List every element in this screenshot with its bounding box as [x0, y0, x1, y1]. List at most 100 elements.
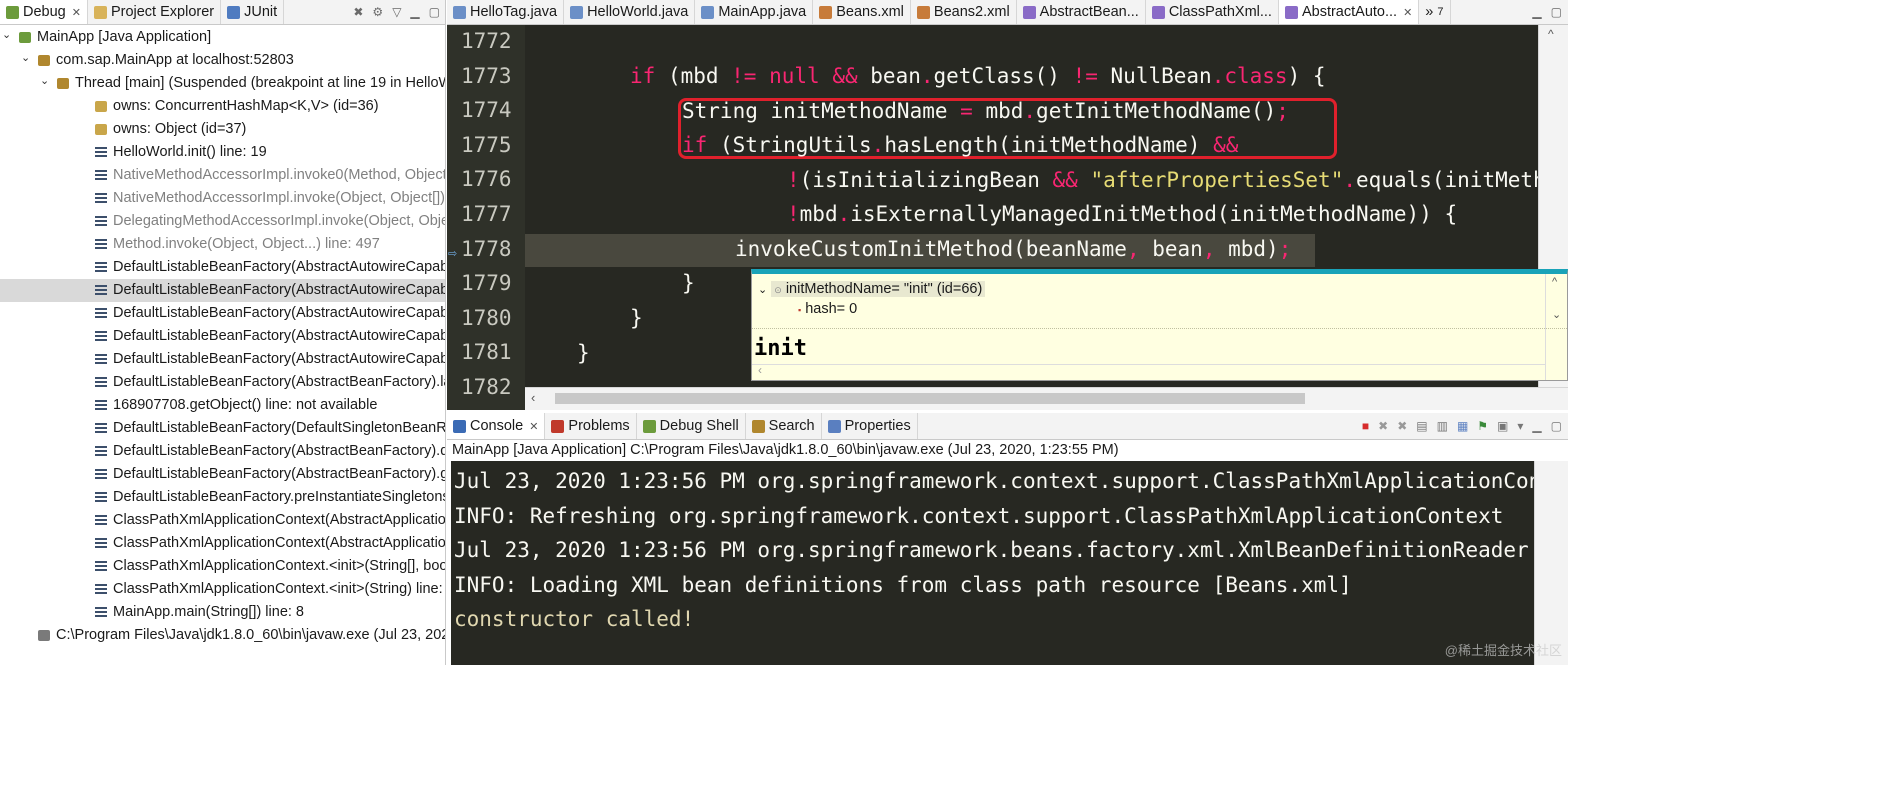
pin-console-icon[interactable]: ⚑ — [1477, 419, 1488, 433]
popup-scroll-down-icon[interactable]: ⌄ — [1552, 308, 1561, 321]
popup-horizontal-scrollbar[interactable]: ‹ — [752, 363, 1545, 380]
tab-project-explorer[interactable]: Project Explorer — [87, 0, 222, 24]
maximize-icon[interactable]: ▢ — [1551, 419, 1562, 433]
editor-tab-overflow[interactable]: » 7 — [1419, 0, 1451, 24]
close-tab-icon[interactable]: ✕ — [1403, 6, 1412, 19]
remove-all-icon[interactable]: ✖ — [1397, 419, 1407, 433]
expand-chevron-icon[interactable]: ⌄ — [758, 284, 767, 296]
scroll-left-icon[interactable]: ‹ — [531, 390, 535, 405]
tab-junit-label: JUnit — [244, 4, 278, 20]
stack-tree-row[interactable]: owns: Object (id=37) — [0, 118, 445, 141]
display-console-icon[interactable]: ▣ — [1497, 419, 1508, 433]
stack-tree-row[interactable]: HelloWorld.init() line: 19 — [0, 141, 445, 164]
maximize-icon[interactable]: ▢ — [429, 5, 440, 19]
stack-tree-row[interactable]: DelegatingMethodAccessorImpl.invoke(Obje… — [0, 210, 445, 233]
editor-tab[interactable]: AbstractBean... — [1016, 0, 1146, 24]
scroll-lock-icon[interactable]: ▤ — [1416, 419, 1427, 433]
editor-tab[interactable]: HelloTag.java — [447, 0, 565, 24]
popup-child-row[interactable]: ▪ hash= 0 — [798, 301, 857, 317]
variable-inspect-popup[interactable]: ⌄ ⊙ initMethodName= "init" (id=66) ▪ has… — [751, 269, 1568, 381]
console-output[interactable]: Jul 23, 2020 1:23:56 PM org.springframew… — [451, 461, 1534, 665]
java-file-icon — [701, 5, 715, 19]
show-on-output-icon[interactable]: ▦ — [1457, 419, 1468, 433]
stack-tree-row[interactable]: DefaultListableBeanFactory(AbstractBeanF… — [0, 463, 445, 486]
editor-tab-label: HelloTag.java — [470, 4, 558, 20]
stack-tree-label: 168907708.getObject() line: not availabl… — [113, 397, 378, 413]
code-line-1773: if (mbd != null && bean.getClass() != Nu… — [630, 64, 1326, 88]
open-console-icon[interactable]: ▾ — [1517, 419, 1523, 433]
console-tab[interactable]: Properties — [821, 413, 918, 439]
chevron-right-icon: » — [1425, 4, 1434, 20]
stack-tree-row[interactable]: ClassPathXmlApplicationContext(AbstractA… — [0, 509, 445, 532]
stack-tree-row[interactable]: DefaultListableBeanFactory(AbstractAutow… — [0, 256, 445, 279]
stack-tree-row[interactable]: NativeMethodAccessorImpl.invoke(Object, … — [0, 187, 446, 210]
minimize-icon[interactable]: ▁ — [1532, 5, 1541, 19]
popup-variable-row[interactable]: ⌄ ⊙ initMethodName= "init" (id=66) — [758, 278, 986, 300]
stack-tree-row[interactable]: ClassPathXmlApplicationContext.<init>(St… — [0, 578, 445, 601]
terminate-icon[interactable]: ■ — [1362, 419, 1369, 433]
popup-scroll-up-icon[interactable]: ^ — [1552, 276, 1557, 288]
stack-tree-row[interactable]: DefaultListableBeanFactory(AbstractBeanF… — [0, 440, 445, 463]
minimize-icon[interactable]: ▁ — [410, 5, 419, 19]
minimize-icon[interactable]: ▁ — [1532, 419, 1541, 433]
stack-tree-row[interactable]: DefaultListableBeanFactory(AbstractBeanF… — [0, 371, 445, 394]
stack-tree-row[interactable]: DefaultListableBeanFactory(DefaultSingle… — [0, 417, 446, 440]
frame-icon — [95, 377, 107, 387]
editor-tab[interactable]: ClassPathXml... — [1145, 0, 1279, 24]
tab-junit[interactable]: JUnit — [221, 0, 285, 24]
stack-tree-row[interactable]: NativeMethodAccessorImpl.invoke0(Method,… — [0, 164, 445, 187]
horizontal-scroll-thumb[interactable] — [555, 393, 1305, 404]
popup-variable-text: initMethodName= "init" (id=66) — [785, 281, 983, 297]
close-tab-icon[interactable]: ✕ — [529, 420, 538, 433]
stack-tree-label: DefaultListableBeanFactory(AbstractAutow… — [113, 351, 445, 367]
stack-tree-row[interactable]: owns: ConcurrentHashMap<K,V> (id=36) — [0, 95, 445, 118]
stack-tree-row[interactable]: ⌄ com.sap.MainApp at localhost:52803 — [0, 49, 445, 72]
stack-tree-label: DefaultListableBeanFactory(AbstractAutow… — [113, 259, 445, 275]
stack-tree-row[interactable]: ClassPathXmlApplicationContext(AbstractA… — [0, 532, 445, 555]
debug-stack-tree: ⌄ MainApp [Java Application] ⌄ com.sap.Main… — [0, 26, 446, 647]
stack-tree-row[interactable]: MainApp.main(String[]) line: 8 — [0, 601, 445, 624]
stack-tree-row[interactable]: DefaultListableBeanFactory(AbstractAutow… — [0, 325, 445, 348]
console-tab[interactable]: Problems — [545, 413, 637, 439]
popup-scroll-left-icon[interactable]: ‹ — [758, 363, 762, 377]
scroll-up-icon[interactable]: ^ — [1548, 27, 1554, 41]
expand-chevron-icon[interactable]: ⌄ — [21, 49, 30, 70]
frame-icon — [95, 423, 107, 433]
console-vertical-scrollbar[interactable] — [1534, 461, 1568, 665]
stack-tree-row[interactable]: C:\Program Files\Java\jdk1.8.0_60\bin\ja… — [0, 624, 445, 647]
stack-tree-row[interactable]: DefaultListableBeanFactory(AbstractAutow… — [0, 348, 445, 371]
stack-tree-row[interactable]: ⌄ MainApp [Java Application] — [0, 26, 445, 49]
editor-tab[interactable]: Beans2.xml — [910, 0, 1017, 24]
editor-tab[interactable]: HelloWorld.java — [564, 0, 696, 24]
stack-tree-label: NativeMethodAccessorImpl.invoke(Object, … — [113, 190, 446, 206]
console-tab[interactable]: Search — [745, 413, 822, 439]
maximize-icon[interactable]: ▢ — [1551, 5, 1562, 19]
tab-debug[interactable]: Debug ✕ — [0, 0, 88, 24]
expand-chevron-icon[interactable]: ⌄ — [40, 72, 49, 93]
stack-tree-row[interactable]: ClassPathXmlApplicationContext.<init>(St… — [0, 555, 445, 578]
editor-tab[interactable]: AbstractAuto... ✕ — [1278, 0, 1420, 24]
console-tab-label: Problems — [568, 418, 630, 434]
popup-vertical-scrollbar[interactable]: ^ ⌄ — [1545, 274, 1567, 380]
stack-tree-row[interactable]: DefaultListableBeanFactory.preInstantiat… — [0, 486, 445, 509]
remove-launch-icon[interactable]: ✖ — [1378, 419, 1388, 433]
word-wrap-icon[interactable]: ▥ — [1437, 419, 1448, 433]
toggle-breakpoints-icon[interactable]: ⚙ — [372, 5, 383, 19]
editor-tab[interactable]: Beans.xml — [813, 0, 911, 24]
stack-tree-label: ClassPathXmlApplicationContext.<init>(St… — [113, 558, 445, 574]
console-tab[interactable]: Debug Shell — [636, 413, 746, 439]
editor-tab[interactable]: MainApp.java — [695, 0, 814, 24]
stack-tree-row[interactable]: DefaultListableBeanFactory(AbstractAutow… — [0, 279, 445, 302]
frame-icon — [95, 193, 107, 203]
expand-chevron-icon[interactable]: ⌄ — [2, 26, 11, 47]
stack-tree-row[interactable]: Method.invoke(Object, Object...) line: 4… — [0, 233, 445, 256]
console-tab[interactable]: Console ✕ — [447, 413, 546, 439]
close-tab-icon[interactable]: ✕ — [72, 6, 81, 19]
stack-tree-label: DefaultListableBeanFactory(DefaultSingle… — [113, 420, 446, 436]
editor-horizontal-scrollbar[interactable]: ‹ — [525, 387, 1568, 410]
remove-terminated-icon[interactable]: ✖ — [353, 5, 363, 19]
stack-tree-row[interactable]: 168907708.getObject() line: not availabl… — [0, 394, 445, 417]
stack-tree-row[interactable]: DefaultListableBeanFactory(AbstractAutow… — [0, 302, 445, 325]
stack-tree-row[interactable]: ⌄ Thread [main] (Suspended (breakpoint at… — [0, 72, 445, 95]
view-menu-icon[interactable]: ▽ — [392, 5, 401, 19]
